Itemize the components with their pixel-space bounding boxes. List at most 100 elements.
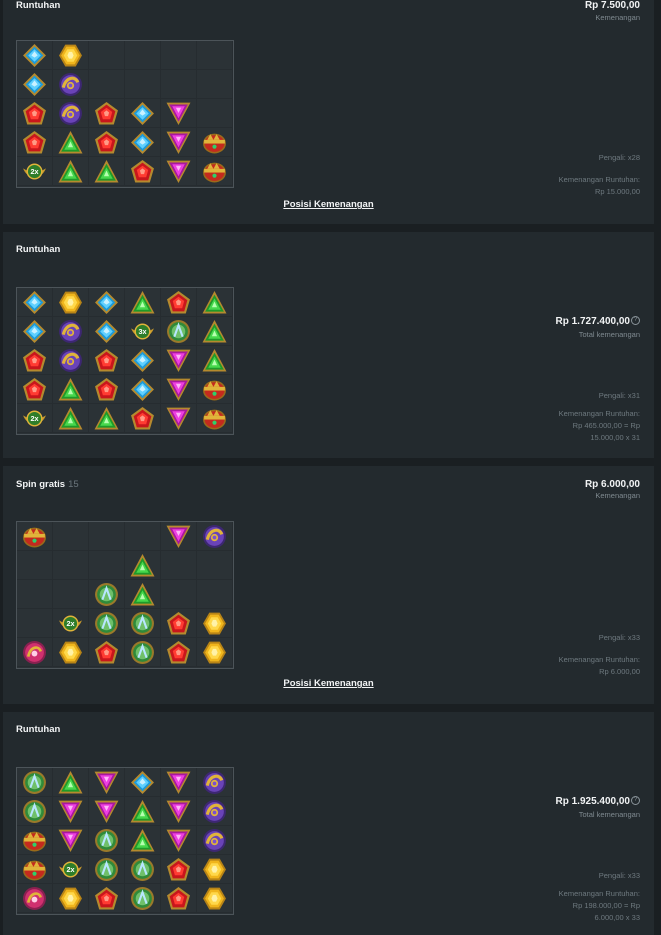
empty-cell <box>17 580 53 609</box>
green-triangle-gem-icon <box>53 375 89 404</box>
total-win-amount-text: Rp 1.727.400,00 <box>555 316 631 327</box>
magenta-inverted-triangle-gem-icon <box>161 157 197 186</box>
winning-positions-link[interactable]: Posisi Kemenangan <box>3 199 654 210</box>
help-icon[interactable]: ? <box>631 796 640 805</box>
empty-cell <box>197 551 233 580</box>
gold-hexagon-gem-icon <box>53 884 89 913</box>
pink-amulet-icon <box>17 638 53 667</box>
red-crown-pot-icon <box>197 128 233 157</box>
purple-ring-amulet-icon <box>197 797 233 826</box>
magenta-inverted-triangle-gem-icon <box>161 128 197 157</box>
blue-diamond-gem-icon <box>89 288 125 317</box>
cascade-win-line: Rp 198.000,00 = Rp <box>572 901 640 910</box>
empty-cell <box>125 522 161 551</box>
purple-ring-amulet-icon <box>197 768 233 797</box>
green-triangle-gem-icon <box>197 317 233 346</box>
blue-diamond-gem-icon <box>125 346 161 375</box>
green-orb-icon <box>125 855 161 884</box>
win-amount-label: Kemenangan <box>595 491 640 500</box>
blue-diamond-gem-icon <box>125 768 161 797</box>
svg-text:3x: 3x <box>138 327 146 336</box>
empty-cell <box>89 551 125 580</box>
red-pentagon-gem-icon <box>89 884 125 913</box>
magenta-inverted-triangle-gem-icon <box>161 99 197 128</box>
green-orb-icon <box>125 638 161 667</box>
red-crown-pot-icon <box>17 826 53 855</box>
empty-cell <box>161 580 197 609</box>
magenta-inverted-triangle-gem-icon <box>89 768 125 797</box>
green-orb-icon <box>161 317 197 346</box>
symbol-grid: 2x <box>16 767 234 915</box>
total-win-amount: Rp 1.925.400,00? <box>555 796 640 807</box>
cascade-win-line: Kemenangan Runtuhan: <box>558 409 640 418</box>
cascade-win-line: Rp 465.000,00 = Rp <box>572 421 640 430</box>
win-amount-text: Rp 6.000,00 <box>584 479 640 490</box>
panel-title-text: Runtuhan <box>16 244 61 255</box>
purple-ring-amulet-icon <box>197 826 233 855</box>
purple-ring-amulet-icon <box>53 317 89 346</box>
green-triangle-gem-icon <box>197 288 233 317</box>
empty-cell <box>161 41 197 70</box>
symbol-grid: 2x <box>16 40 234 188</box>
red-pentagon-gem-icon <box>161 855 197 884</box>
svg-text:2x: 2x <box>66 865 74 874</box>
winged-multiplier-2x-icon: 2x <box>53 609 89 638</box>
green-triangle-gem-icon <box>197 346 233 375</box>
empty-cell <box>53 580 89 609</box>
gold-hexagon-gem-icon <box>197 884 233 913</box>
panel-title: Spin gratis 15 <box>16 479 79 490</box>
red-pentagon-gem-icon <box>89 128 125 157</box>
cascade-win-line: Kemenangan Runtuhan: <box>558 889 640 898</box>
winged-multiplier-2x-icon: 2x <box>53 855 89 884</box>
winning-positions-link[interactable]: Posisi Kemenangan <box>3 678 654 689</box>
cascade-win-line: Kemenangan Runtuhan: <box>558 655 640 664</box>
cascade-panel-1: Runtuhan Rp 7.500,00 Kemenangan 2x Penga… <box>3 0 654 224</box>
multiplier-text: Pengali: x33 <box>598 633 640 642</box>
total-win-label: Total kemenangan <box>578 330 640 339</box>
green-triangle-gem-icon <box>53 404 89 433</box>
green-triangle-gem-icon <box>125 551 161 580</box>
gold-hexagon-gem-icon <box>53 638 89 667</box>
red-pentagon-gem-icon <box>161 638 197 667</box>
red-crown-pot-icon <box>197 375 233 404</box>
total-win-amount-text: Rp 1.925.400,00 <box>555 796 631 807</box>
green-orb-icon <box>89 826 125 855</box>
gold-hexagon-gem-icon <box>53 288 89 317</box>
cascade-win-line: Kemenangan Runtuhan: <box>558 175 640 184</box>
green-orb-icon <box>125 609 161 638</box>
pink-amulet-icon <box>17 884 53 913</box>
total-win-label: Total kemenangan <box>578 810 640 819</box>
green-triangle-gem-icon <box>53 128 89 157</box>
magenta-inverted-triangle-gem-icon <box>89 797 125 826</box>
red-pentagon-gem-icon <box>161 288 197 317</box>
multiplier-text: Pengali: x28 <box>598 153 640 162</box>
empty-cell <box>197 99 233 128</box>
svg-text:2x: 2x <box>30 167 38 176</box>
help-icon[interactable]: ? <box>631 316 640 325</box>
total-win-amount: Rp 1.727.400,00? <box>555 316 640 327</box>
free-spin-count: 15 <box>68 479 79 490</box>
panel-title: Runtuhan <box>16 0 60 11</box>
cascade-win-line: Rp 15.000,00 <box>594 187 640 196</box>
winged-multiplier-2x-icon: 2x <box>17 157 53 186</box>
cascade-win-line: Rp 6.000,00 <box>599 667 640 676</box>
blue-diamond-gem-icon <box>17 41 53 70</box>
red-crown-pot-icon <box>17 522 53 551</box>
red-pentagon-gem-icon <box>161 609 197 638</box>
panel-title-text: Spin gratis <box>16 479 66 490</box>
cascade-win-info: Kemenangan Runtuhan: Rp 6.000,00 <box>559 654 640 678</box>
blue-diamond-gem-icon <box>89 317 125 346</box>
green-orb-icon <box>17 797 53 826</box>
green-orb-icon <box>17 768 53 797</box>
red-crown-pot-icon <box>197 157 233 186</box>
magenta-inverted-triangle-gem-icon <box>161 826 197 855</box>
empty-cell <box>197 580 233 609</box>
empty-cell <box>161 70 197 99</box>
purple-ring-amulet-icon <box>53 346 89 375</box>
cascade-win-info: Kemenangan Runtuhan: Rp 465.000,00 = Rp … <box>559 408 640 444</box>
win-amount-text: Rp 7.500,00 <box>584 0 640 11</box>
win-amount-label: Kemenangan <box>595 13 640 22</box>
win-amount: Rp 6.000,00 <box>585 479 640 490</box>
purple-ring-amulet-icon <box>197 522 233 551</box>
red-crown-pot-icon <box>197 404 233 433</box>
